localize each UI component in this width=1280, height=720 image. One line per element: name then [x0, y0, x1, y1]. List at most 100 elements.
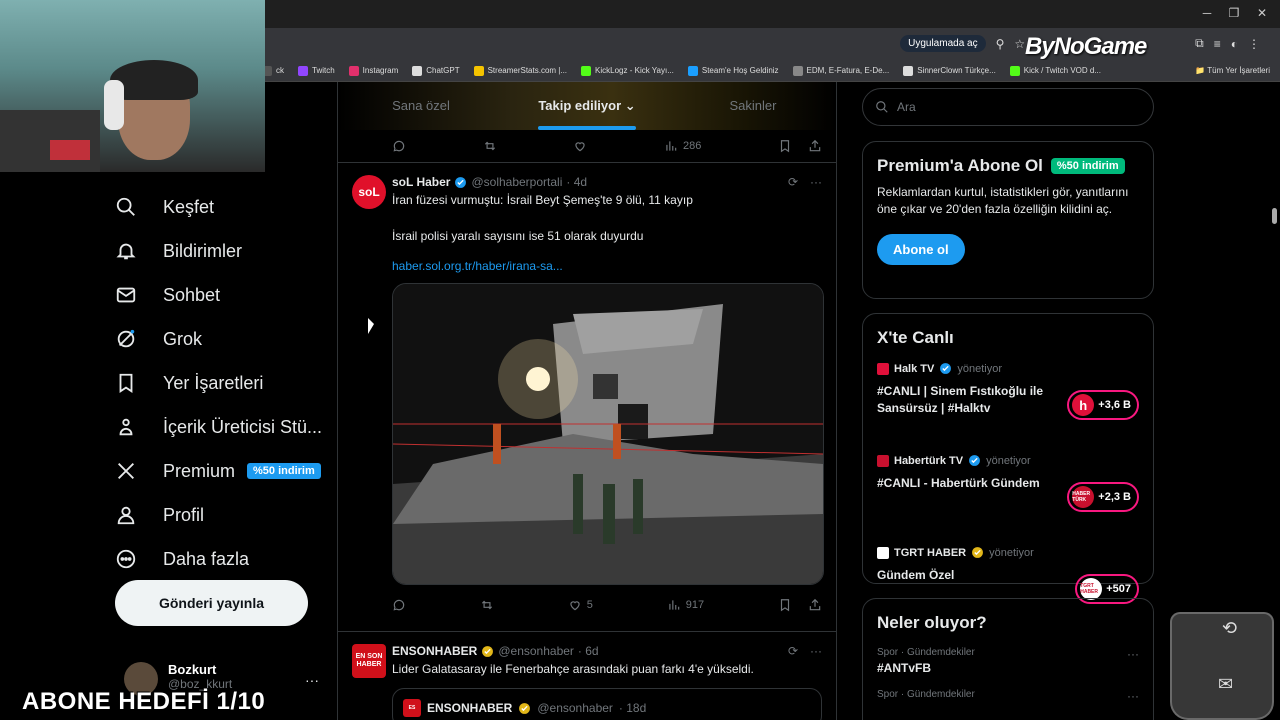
- minimize-icon[interactable]: ─: [1195, 6, 1219, 20]
- bookmark-item[interactable]: ck: [262, 65, 284, 76]
- star-icon[interactable]: ☆: [1014, 37, 1025, 51]
- author-handle[interactable]: @ensonhaber: [498, 644, 574, 658]
- menu-icon[interactable]: ⋮: [1248, 37, 1260, 51]
- retweet-icon[interactable]: [480, 598, 494, 612]
- trend-item[interactable]: Spor · Gündemdekiler ···: [877, 689, 1139, 703]
- live-list: Halk TV yönetiyor #CANLI | Sinem Fıstıkoğl…: [877, 362, 1139, 624]
- live-host: Halk TV yönetiyor: [877, 362, 1139, 375]
- post-button[interactable]: Gönderi yayınla: [115, 580, 308, 626]
- bookmark-item[interactable]: SinnerClown Türkçe...: [903, 65, 996, 76]
- views-icon: [669, 600, 679, 610]
- nav-item-bookmark[interactable]: Yer İşaretleri: [115, 361, 322, 405]
- bookmark-item[interactable]: Twitch: [298, 65, 335, 76]
- grok-icon[interactable]: ⟳: [788, 175, 798, 189]
- more-dots-icon[interactable]: ···: [810, 175, 822, 189]
- zoom-icon[interactable]: ⚲: [996, 37, 1005, 51]
- author-handle[interactable]: @solhaberportali: [471, 175, 562, 189]
- bookmark-item[interactable]: Steam'e Hoş Geldiniz: [687, 65, 779, 76]
- nav-item-x-logo[interactable]: Premium %50 indirim: [115, 449, 322, 493]
- views-button[interactable]: 286: [664, 139, 701, 153]
- live-item[interactable]: Halk TV yönetiyor #CANLI | Sinem Fıstıkoğl…: [877, 362, 1139, 440]
- nav-item-grok[interactable]: Grok: [115, 317, 322, 361]
- like-count: 5: [586, 599, 593, 611]
- bookmark-item[interactable]: ChatGPT: [412, 65, 460, 76]
- live-stream-title: Gündem Özel: [877, 568, 955, 582]
- quoted-author-name: ENSONHABER: [427, 701, 513, 715]
- bookmark-label: Steam'e Hoş Geldiniz: [701, 66, 779, 75]
- nav-item-person[interactable]: Profil: [115, 493, 322, 537]
- listener-count: +507: [1106, 583, 1131, 595]
- quoted-tweet[interactable]: ES ENSONHABER @ensonhaber · 18d: [392, 688, 822, 720]
- restore-icon[interactable]: ❐: [1222, 6, 1246, 20]
- messages-icon[interactable]: ✉: [1218, 674, 1233, 695]
- trends-card: Neler oluyor? Spor · Gündemdekiler #ANTvF…: [862, 598, 1154, 720]
- tweet-link[interactable]: haber.sol.org.tr/haber/irana-sa...: [392, 259, 822, 273]
- tweet-time[interactable]: · 6d: [578, 644, 599, 658]
- like-icon[interactable]: [573, 139, 587, 153]
- more-dots-icon[interactable]: ···: [1127, 689, 1139, 703]
- more-dots-icon[interactable]: ···: [305, 672, 319, 688]
- profile-name: Bozkurt: [168, 662, 217, 677]
- nav-item-search[interactable]: Keşfet: [115, 185, 322, 229]
- mail-icon: [115, 284, 137, 306]
- subscriber-goal-overlay: ABONE HEDEFİ 1/10: [22, 688, 266, 715]
- live-listener-count[interactable]: h +3,6 B: [1067, 390, 1139, 420]
- live-host: Habertürk TV yönetiyor: [877, 454, 1139, 467]
- avatar[interactable]: EN SON HABER: [352, 644, 386, 678]
- bookmark-label: EDM, E-Fatura, E-De...: [806, 66, 890, 75]
- reply-icon[interactable]: [392, 139, 406, 153]
- bookmark-item[interactable]: EDM, E-Fatura, E-De...: [792, 65, 890, 76]
- views-button[interactable]: 917: [667, 598, 704, 612]
- nav-item-mail[interactable]: Sohbet: [115, 273, 322, 317]
- tweet[interactable]: EN SON HABER ENSONHABER @ensonhaber · 6d…: [338, 632, 836, 720]
- all-bookmarks[interactable]: 📁 Tüm Yer İşaretleri: [1195, 60, 1270, 82]
- bookmark-item[interactable]: Kick / Twitch VOD d...: [1009, 65, 1101, 76]
- share-icon[interactable]: [808, 598, 822, 612]
- reply-icon[interactable]: [392, 598, 406, 612]
- extensions-icon[interactable]: ⧉: [1195, 36, 1204, 51]
- grok-icon[interactable]: ⟳: [788, 644, 798, 658]
- tweet-time[interactable]: · 4d: [566, 175, 587, 189]
- tab-residents[interactable]: Sakinler: [670, 82, 836, 130]
- like-button[interactable]: 5: [568, 598, 593, 612]
- author-name[interactable]: ENSONHABER: [392, 644, 477, 658]
- nav-item-creator[interactable]: İçerik Üreticisi Stü...: [115, 405, 322, 449]
- trend-item[interactable]: Spor · Gündemdekiler #ANTvFB ···: [877, 647, 1139, 675]
- tweet-actions: 5 917: [392, 589, 822, 621]
- timeline: Sana özel Takip ediliyor ⌄ Sakinler 286 …: [337, 82, 837, 720]
- avatar[interactable]: soL: [352, 175, 386, 209]
- close-icon[interactable]: ✕: [1250, 6, 1274, 20]
- nav-item-more-circle[interactable]: Daha fazla: [115, 537, 322, 581]
- bookmark-icon[interactable]: [778, 139, 792, 153]
- more-dots-icon[interactable]: ···: [810, 644, 822, 658]
- subscribe-button[interactable]: Abone ol: [877, 234, 965, 265]
- listener-count: +2,3 B: [1098, 491, 1131, 503]
- view-count: 917: [685, 599, 705, 611]
- tweet[interactable]: soL soL Haber @solhaberportali · 4d ⟳ ··…: [338, 163, 836, 631]
- quoted-tweet-time: · 18d: [618, 701, 647, 715]
- grok-icon[interactable]: ⟲: [1222, 618, 1237, 639]
- more-dots-icon[interactable]: ···: [1127, 647, 1139, 661]
- retweet-icon[interactable]: [483, 139, 497, 153]
- search-input[interactable]: Ara: [862, 88, 1154, 126]
- bookmark-favicon-icon: [298, 65, 308, 76]
- nav-item-bell[interactable]: Bildirimler: [115, 229, 322, 273]
- share-icon[interactable]: [808, 139, 822, 153]
- live-item[interactable]: Habertürk TV yönetiyor #CANLI - Habertürk …: [877, 454, 1139, 532]
- profile-icon[interactable]: ◐: [1231, 37, 1238, 51]
- author-name[interactable]: soL Haber: [392, 175, 450, 189]
- bookmark-item[interactable]: Instagram: [348, 65, 398, 76]
- media-icon[interactable]: ≡: [1214, 37, 1221, 51]
- tab-for-you[interactable]: Sana özel: [338, 82, 504, 130]
- tweet-tools: ⟳ ···: [788, 644, 822, 658]
- live-listener-count[interactable]: HABER TÜRK +2,3 B: [1067, 482, 1139, 512]
- open-in-app-button[interactable]: Uygulamada aç: [900, 35, 986, 52]
- verified-gold-icon: [482, 645, 494, 657]
- bookmark-item[interactable]: KickLogz - Kick Yayı...: [581, 65, 674, 76]
- channel-logo-icon: [877, 546, 889, 559]
- bookmark-icon[interactable]: [778, 598, 792, 612]
- tweet-image[interactable]: [392, 283, 824, 585]
- bookmark-item[interactable]: StreamerStats.com |...: [473, 65, 567, 76]
- scrollbar-thumb[interactable]: [1272, 208, 1277, 224]
- tab-following[interactable]: Takip ediliyor ⌄: [504, 82, 670, 130]
